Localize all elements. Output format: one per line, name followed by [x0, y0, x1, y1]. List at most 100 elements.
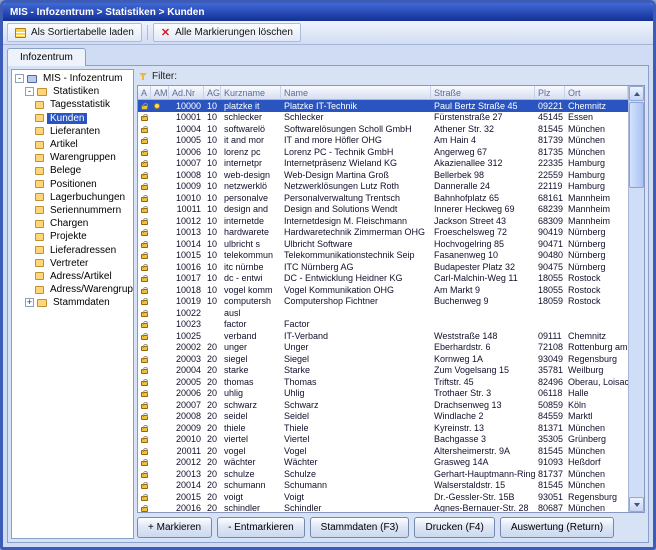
- table-row[interactable]: 1001210internetdeInternetdesign M. Fleis…: [138, 215, 628, 227]
- table-row[interactable]: 1000410softwarelöSoftwarelösungen Scholl…: [138, 123, 628, 135]
- cell-ag: 10: [204, 181, 221, 193]
- cell-ag: 20: [204, 445, 221, 457]
- tree-item-lagerbuchungen[interactable]: Lagerbuchungen: [12, 191, 133, 204]
- clear-marks-button[interactable]: ✕ Alle Markierungen löschen: [153, 23, 301, 42]
- table-row[interactable]: 2000920thieleThieleKyreinstr. 1381371Mün…: [138, 422, 628, 434]
- tree-item-mis-infozentrum[interactable]: -MIS - Infozentrum: [12, 72, 133, 85]
- load-sort-table-button[interactable]: Als Sortiertabelle laden: [7, 23, 142, 42]
- table-row[interactable]: 1000810web-designWeb-Design Martina Groß…: [138, 169, 628, 181]
- cell-plz: 45145: [535, 112, 565, 124]
- expand-icon[interactable]: +: [25, 298, 34, 307]
- table-row[interactable]: 1000910netzwerklöNetzwerklösungen Lutz R…: [138, 181, 628, 193]
- table-row[interactable]: 10025verbandIT-VerbandWeststraße 1480911…: [138, 330, 628, 342]
- tree-item-warengruppen[interactable]: Warengruppen: [12, 151, 133, 164]
- tree-item-chargen[interactable]: Chargen: [12, 217, 133, 230]
- column-header-am[interactable]: AM: [151, 86, 169, 99]
- mark-button[interactable]: + Markieren: [137, 517, 212, 538]
- table-row[interactable]: 1000010platzke itPlatzke IT-TechnikPaul …: [138, 100, 628, 112]
- table-row[interactable]: 2001520voigtVoigtDr.-Gessler-Str. 15B930…: [138, 491, 628, 503]
- table-row[interactable]: 2001420schumannSchumannWalserstaldstr. 1…: [138, 480, 628, 492]
- table-row[interactable]: 2000420starkeStarkeZum Vogelsang 1535781…: [138, 365, 628, 377]
- cell-strasse: Am Markt 9: [431, 284, 535, 296]
- tree-item-adress-warengruppen[interactable]: Adress/Warengruppen: [12, 283, 133, 296]
- cell-adnr: 10013: [169, 227, 204, 239]
- column-header-name[interactable]: Name: [281, 86, 431, 99]
- column-header-straße[interactable]: Straße: [431, 86, 535, 99]
- table-row[interactable]: 1000510it and morIT and more Höfler OHGA…: [138, 135, 628, 147]
- tab-infozentrum[interactable]: Infozentrum: [7, 48, 86, 66]
- tree-item-lieferanten[interactable]: Lieferanten: [12, 125, 133, 138]
- table-row[interactable]: 1000110schleckerSchleckerFürstenstraße 2…: [138, 112, 628, 124]
- table-row[interactable]: 1001710dc - entwiDC - Entwicklung Heidne…: [138, 273, 628, 285]
- table-row[interactable]: 2001120vogelVogelAltersheimerstr. 9A8154…: [138, 445, 628, 457]
- table-row[interactable]: 2001220wächterWächterGrasweg 14A91093Heß…: [138, 457, 628, 469]
- table-row[interactable]: 2000320siegelSiegelKornweg 1A93049Regens…: [138, 353, 628, 365]
- cell-name: Internetdesign M. Fleischmann: [281, 215, 431, 227]
- drucken-button[interactable]: Drucken (F4): [414, 517, 494, 538]
- column-header-ag[interactable]: AG: [204, 86, 221, 99]
- table-row[interactable]: 2000820seidelSeidelWindlache 284559Markt…: [138, 411, 628, 423]
- collapse-icon[interactable]: -: [15, 74, 24, 83]
- table-row[interactable]: 2001320schulzeSchulzeGerhart-Hauptmann-R…: [138, 468, 628, 480]
- auswertung-button[interactable]: Auswertung (Return): [500, 517, 614, 538]
- tree-item-projekte[interactable]: Projekte: [12, 230, 133, 243]
- cell-strasse: Danneralle 24: [431, 181, 535, 193]
- tree-item-adress-artikel[interactable]: Adress/Artikel: [12, 270, 133, 283]
- cell-lock: [138, 480, 151, 492]
- cell-lock: [138, 169, 151, 181]
- tree-item-positionen[interactable]: Positionen: [12, 178, 133, 191]
- cell-am: [151, 503, 169, 513]
- vertical-scrollbar[interactable]: [628, 86, 644, 512]
- table-row[interactable]: 1001510telekommunTelekommunikationstechn…: [138, 250, 628, 262]
- table-row[interactable]: 1001410ulbricht sUlbricht SoftwareHochvo…: [138, 238, 628, 250]
- column-header-kurzname[interactable]: Kurzname: [221, 86, 281, 99]
- table-row[interactable]: 1000710internetprInternetpräsenz Wieland…: [138, 158, 628, 170]
- cell-ort: Nürnberg: [565, 238, 628, 250]
- stammdaten-button[interactable]: Stammdaten (F3): [310, 517, 410, 538]
- table-row[interactable]: 2001620schindlerSchindlerAgnes-Bernauer-…: [138, 503, 628, 513]
- tree-item-lieferadressen[interactable]: Lieferadressen: [12, 243, 133, 256]
- collapse-icon[interactable]: -: [25, 87, 34, 96]
- table-row[interactable]: 2000720schwarzSchwarzDrachsenweg 1350859…: [138, 399, 628, 411]
- table-row[interactable]: 1001110design andDesign and Solutions We…: [138, 204, 628, 216]
- column-header-ad-nr[interactable]: Ad.Nr: [169, 86, 204, 99]
- folder-icon: [37, 299, 47, 307]
- table-row[interactable]: 2000220ungerUngerEberhardstr. 672108Rott…: [138, 342, 628, 354]
- table-row[interactable]: 10023factorFactor: [138, 319, 628, 331]
- cell-ort: Regensburg: [565, 491, 628, 503]
- scroll-down-button[interactable]: [629, 497, 644, 512]
- computer-icon: [27, 75, 37, 83]
- cell-ort: Weilburg: [565, 365, 628, 377]
- tree-item-seriennummern[interactable]: Seriennummern: [12, 204, 133, 217]
- unmark-button[interactable]: - Entmarkieren: [217, 517, 305, 538]
- title-bar[interactable]: MIS - Infozentrum > Statistiken > Kunden: [3, 3, 653, 21]
- tree-item-stammdaten[interactable]: +Stammdaten: [12, 296, 133, 309]
- table-row[interactable]: 2000620uhligUhligTrothaer Str. 306118Hal…: [138, 388, 628, 400]
- table-row[interactable]: 1000610lorenz pcLorenz PC - Technik GmbH…: [138, 146, 628, 158]
- column-header-ort[interactable]: Ort: [565, 86, 628, 99]
- statistic-icon: [35, 246, 44, 254]
- column-header-plz[interactable]: Plz: [535, 86, 565, 99]
- table-row[interactable]: 1001010personalvePersonalverwaltung Tren…: [138, 192, 628, 204]
- tree-item-label: Statistiken: [50, 86, 102, 97]
- arrow-up-icon: [634, 92, 640, 96]
- cell-am: [151, 123, 169, 135]
- tree-item-kunden[interactable]: Kunden: [12, 112, 133, 125]
- scrollbar-thumb[interactable]: [629, 102, 644, 188]
- column-header-a[interactable]: A: [138, 86, 151, 99]
- table-row[interactable]: 10022ausl: [138, 307, 628, 319]
- table-row[interactable]: 1001910computershComputershop FichtnerBu…: [138, 296, 628, 308]
- tree-item-belege[interactable]: Belege: [12, 164, 133, 177]
- tree-item-label: Seriennummern: [47, 205, 124, 216]
- table-row[interactable]: 2001020viertelViertelBachgasse 335305Grü…: [138, 434, 628, 446]
- scroll-up-button[interactable]: [629, 86, 644, 101]
- table-row[interactable]: 2000520thomasThomasTriftstr. 4582496Ober…: [138, 376, 628, 388]
- table-row[interactable]: 1001610itc nürnbeITC Nürnberg AGBudapest…: [138, 261, 628, 273]
- tree-item-statistiken[interactable]: - Statistiken: [12, 85, 133, 98]
- table-row[interactable]: 1001810vogel kommVogel Kommunikation OHG…: [138, 284, 628, 296]
- table-row[interactable]: 1001310hardwareteHardwaretechnik Zimmerm…: [138, 227, 628, 239]
- tree-item-vertreter[interactable]: Vertreter: [12, 257, 133, 270]
- tree-item-tagesstatistik[interactable]: Tagesstatistik: [12, 98, 133, 111]
- cell-name: Vogel: [281, 445, 431, 457]
- tree-item-artikel[interactable]: Artikel: [12, 138, 133, 151]
